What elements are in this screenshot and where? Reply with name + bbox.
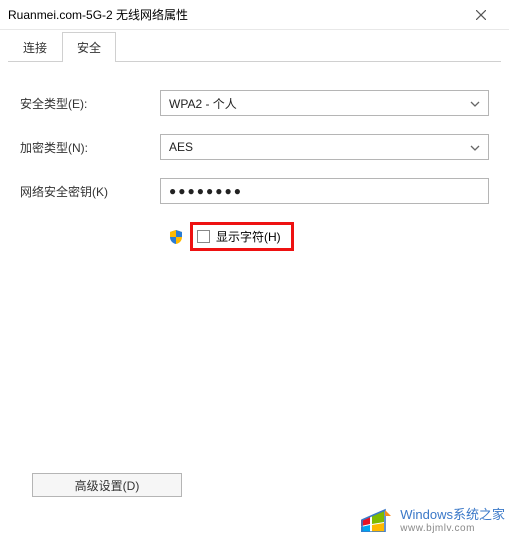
watermark-brand: Windows系统之家	[400, 504, 505, 523]
chevron-down-icon	[470, 140, 480, 154]
row-show-characters: 显示字符(H)	[168, 222, 489, 251]
windows-logo-icon	[358, 502, 394, 535]
input-network-key-value: ●●●●●●●●	[169, 184, 243, 198]
label-network-key: 网络安全密钥(K)	[20, 183, 160, 200]
watermark-url: www.bjmlv.com	[400, 523, 505, 534]
tab-security-label: 安全	[77, 41, 101, 55]
close-icon	[476, 7, 486, 23]
chevron-down-icon	[470, 96, 480, 110]
security-panel: 安全类型(E): WPA2 - 个人 加密类型(N): AES 网络安全密钥(K…	[0, 62, 509, 263]
checkbox-show-characters[interactable]	[197, 230, 210, 243]
window-title: Ruanmei.com-5G-2 无线网络属性	[8, 6, 461, 23]
close-button[interactable]	[461, 1, 501, 29]
tab-connection[interactable]: 连接	[8, 32, 62, 62]
label-security-type: 安全类型(E):	[20, 95, 160, 112]
label-encryption-type: 加密类型(N):	[20, 139, 160, 156]
combo-security-type-value: WPA2 - 个人	[169, 95, 237, 112]
row-network-key: 网络安全密钥(K) ●●●●●●●●	[20, 178, 489, 204]
combo-encryption-type-value: AES	[169, 140, 193, 154]
highlight-show-characters: 显示字符(H)	[190, 222, 294, 251]
advanced-settings-button[interactable]: 高级设置(D)	[32, 473, 182, 497]
tab-connection-label: 连接	[23, 41, 47, 55]
titlebar: Ruanmei.com-5G-2 无线网络属性	[0, 0, 509, 30]
advanced-settings-label: 高级设置(D)	[75, 477, 140, 494]
label-show-characters: 显示字符(H)	[216, 228, 281, 245]
row-encryption-type: 加密类型(N): AES	[20, 134, 489, 160]
row-security-type: 安全类型(E): WPA2 - 个人	[20, 90, 489, 116]
tab-strip: 连接 安全	[0, 32, 509, 62]
input-network-key[interactable]: ●●●●●●●●	[160, 178, 489, 204]
combo-encryption-type[interactable]: AES	[160, 134, 489, 160]
watermark-text-wrap: Windows系统之家 www.bjmlv.com	[400, 504, 505, 534]
advanced-button-wrap: 高级设置(D)	[32, 473, 182, 497]
shield-icon	[168, 229, 184, 245]
combo-security-type[interactable]: WPA2 - 个人	[160, 90, 489, 116]
watermark: Windows系统之家 www.bjmlv.com	[358, 502, 505, 535]
tab-security[interactable]: 安全	[62, 32, 116, 62]
